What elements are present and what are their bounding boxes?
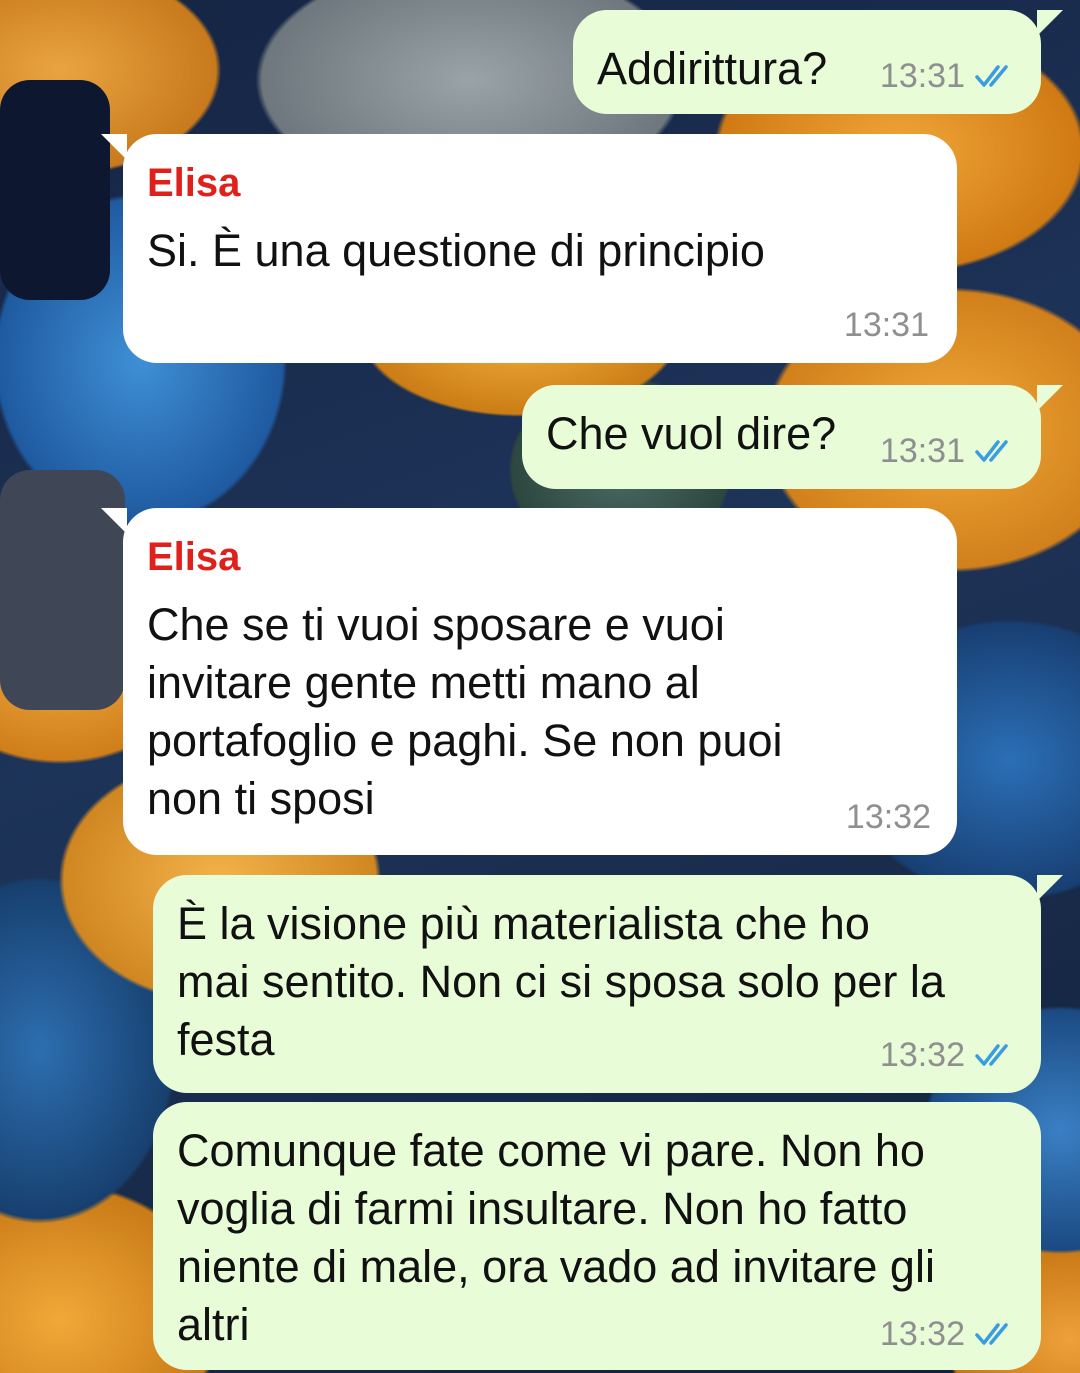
message-meta: 13:32	[880, 1314, 1017, 1354]
message-bubble-outgoing[interactable]: Che vuol dire? 13:31	[522, 385, 1063, 489]
bubble-tail	[1037, 10, 1063, 36]
double-check-icon	[975, 65, 1008, 87]
wallpaper-shadow	[0, 470, 125, 710]
message-text: Comunque fate come vi pare. Non ho vogli…	[177, 1125, 935, 1350]
message-time: 13:31	[879, 57, 965, 95]
wallpaper-shadow	[0, 80, 110, 300]
message-time: 13:31	[843, 306, 929, 344]
message-meta: 13:31	[880, 56, 1017, 96]
double-check-icon	[975, 1323, 1008, 1345]
message-text: Che vuol dire?	[546, 408, 837, 459]
message-text: Addirittura?	[597, 43, 828, 94]
message-time: 13:32	[879, 1315, 965, 1353]
double-check-icon	[975, 440, 1008, 462]
double-check-icon	[975, 1044, 1008, 1066]
bubble-tail	[101, 508, 127, 534]
bubble-tail	[101, 134, 127, 160]
message-bubble-incoming[interactable]: Elisa Che se ti vuoi sposare e vuoi invi…	[101, 508, 957, 855]
bubble-tail	[1037, 385, 1063, 411]
message-time: 13:32	[879, 1036, 965, 1074]
message-time: 13:32	[845, 798, 931, 836]
bubble-tail	[1037, 875, 1063, 901]
message-meta: 13:32	[880, 1035, 1017, 1075]
message-meta: 13:32	[846, 797, 931, 837]
message-bubble-outgoing[interactable]: Addirittura? 13:31	[573, 10, 1063, 114]
message-meta: 13:31	[880, 431, 1017, 471]
sender-name: Elisa	[147, 535, 241, 579]
sender-name: Elisa	[147, 161, 241, 205]
message-bubble-incoming[interactable]: Elisa Si. È una questione di principio 1…	[101, 134, 957, 363]
message-text: Si. È una questione di principio	[147, 225, 765, 276]
message-text: È la visione più materialista che ho mai…	[177, 898, 945, 1065]
message-bubble-outgoing[interactable]: È la visione più materialista che ho mai…	[153, 875, 1063, 1093]
message-text: Che se ti vuoi sposare e vuoi invitare g…	[147, 599, 783, 824]
message-meta: 13:31	[844, 305, 929, 345]
message-bubble-outgoing[interactable]: Comunque fate come vi pare. Non ho vogli…	[153, 1102, 1041, 1370]
message-time: 13:31	[879, 432, 965, 470]
